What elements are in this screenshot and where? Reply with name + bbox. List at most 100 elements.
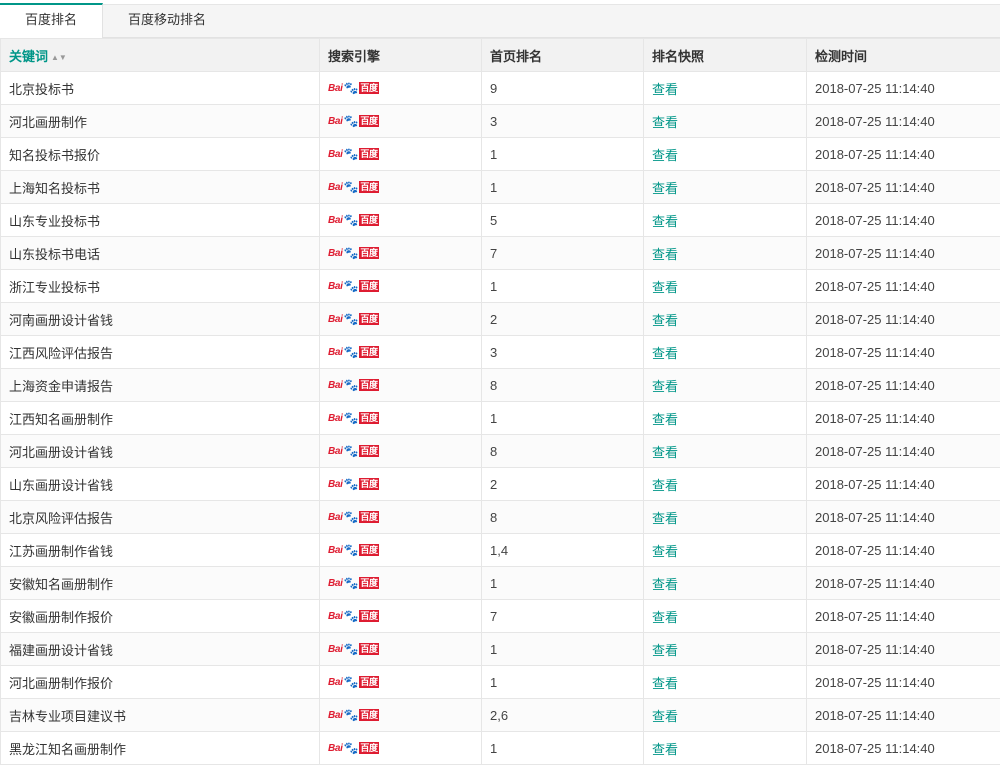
- engine-cell: Bai🐾百度: [320, 204, 482, 237]
- view-snapshot-link[interactable]: 查看: [652, 478, 678, 493]
- snapshot-cell: 查看: [644, 666, 807, 699]
- keyword-cell: 安徽知名画册制作: [1, 567, 320, 600]
- time-cell: 2018-07-25 11:14:40: [807, 204, 1000, 237]
- time-cell: 2018-07-25 11:14:40: [807, 666, 1000, 699]
- engine-cell: Bai🐾百度: [320, 171, 482, 204]
- rank-cell: 8: [482, 501, 644, 534]
- time-cell: 2018-07-25 11:14:40: [807, 270, 1000, 303]
- time-cell: 2018-07-25 11:14:40: [807, 633, 1000, 666]
- view-snapshot-link[interactable]: 查看: [652, 544, 678, 559]
- view-snapshot-link[interactable]: 查看: [652, 742, 678, 757]
- tab-bar: 百度排名 百度移动排名: [0, 4, 1000, 38]
- view-snapshot-link[interactable]: 查看: [652, 643, 678, 658]
- tab-baidu-rank[interactable]: 百度排名: [0, 3, 103, 38]
- view-snapshot-link[interactable]: 查看: [652, 313, 678, 328]
- engine-cell: Bai🐾百度: [320, 435, 482, 468]
- header-engine: 搜索引擎: [320, 39, 482, 72]
- table-row: 山东画册设计省钱Bai🐾百度2查看2018-07-25 11:14:40: [1, 468, 1000, 501]
- baidu-logo-icon: Bai🐾百度: [328, 278, 379, 294]
- rank-cell: 5: [482, 204, 644, 237]
- baidu-logo-icon: Bai🐾百度: [328, 740, 379, 756]
- snapshot-cell: 查看: [644, 435, 807, 468]
- table-row: 知名投标书报价Bai🐾百度1查看2018-07-25 11:14:40: [1, 138, 1000, 171]
- table-row: 安徽知名画册制作 Bai🐾百度 1 查看 2018-07-25 11:14:40: [1, 567, 1000, 600]
- engine-cell: Bai🐾百度: [320, 666, 482, 699]
- table-row: 江苏画册制作省钱Bai🐾百度1,4查看2018-07-25 11:14:40: [1, 534, 1000, 567]
- baidu-logo-icon: Bai🐾百度: [328, 575, 379, 591]
- table-row: 安徽画册制作报价Bai🐾百度7查看2018-07-25 11:14:40: [1, 600, 1000, 633]
- baidu-logo-icon: Bai🐾百度: [328, 707, 379, 723]
- time-cell: 2018-07-25 11:14:40: [807, 567, 1000, 600]
- baidu-logo-icon: Bai🐾百度: [328, 245, 379, 261]
- view-snapshot-link[interactable]: 查看: [652, 577, 678, 592]
- keyword-cell: 河北画册制作报价: [1, 666, 320, 699]
- table-row: 北京投标书Bai🐾百度9查看2018-07-25 11:14:40: [1, 72, 1000, 105]
- rank-cell: 7: [482, 600, 644, 633]
- table-row: 江西风险评估报告Bai🐾百度3查看2018-07-25 11:14:40: [1, 336, 1000, 369]
- snapshot-cell: 查看: [644, 402, 807, 435]
- baidu-logo-icon: Bai🐾百度: [328, 377, 379, 393]
- time-cell: 2018-07-25 11:14:40: [807, 72, 1000, 105]
- rank-cell: 3: [482, 105, 644, 138]
- table-row: 河北画册制作Bai🐾百度3查看2018-07-25 11:14:40: [1, 105, 1000, 138]
- time-cell: 2018-07-25 11:14:40: [807, 303, 1000, 336]
- view-snapshot-link[interactable]: 查看: [652, 346, 678, 361]
- view-snapshot-link[interactable]: 查看: [652, 214, 678, 229]
- view-snapshot-link[interactable]: 查看: [652, 709, 678, 724]
- baidu-logo-icon: Bai🐾百度: [328, 146, 379, 162]
- engine-cell: Bai🐾百度: [320, 633, 482, 666]
- view-snapshot-link[interactable]: 查看: [652, 247, 678, 262]
- rank-cell: 8: [482, 435, 644, 468]
- keyword-cell: 江苏画册制作省钱: [1, 534, 320, 567]
- baidu-logo-icon: Bai🐾百度: [328, 443, 379, 459]
- view-snapshot-link[interactable]: 查看: [652, 82, 678, 97]
- snapshot-cell: 查看: [644, 204, 807, 237]
- engine-cell: Bai🐾百度: [320, 72, 482, 105]
- table-row: 山东专业投标书Bai🐾百度5查看2018-07-25 11:14:40: [1, 204, 1000, 237]
- view-snapshot-link[interactable]: 查看: [652, 181, 678, 196]
- header-time: 检测时间: [807, 39, 1000, 72]
- view-snapshot-link[interactable]: 查看: [652, 148, 678, 163]
- header-keyword-label: 关键词: [9, 49, 48, 64]
- keyword-cell: 福建画册设计省钱: [1, 633, 320, 666]
- keyword-cell: 上海知名投标书: [1, 171, 320, 204]
- ranking-table: 关键词▲▼ 搜索引擎 首页排名 排名快照 检测时间 北京投标书Bai🐾百度9查看…: [0, 38, 1000, 765]
- baidu-logo-icon: Bai🐾百度: [328, 113, 379, 129]
- rank-cell: 1,4: [482, 534, 644, 567]
- engine-cell: Bai🐾百度: [320, 138, 482, 171]
- keyword-cell: 浙江专业投标书: [1, 270, 320, 303]
- rank-cell: 8: [482, 369, 644, 402]
- tab-baidu-mobile-rank[interactable]: 百度移动排名: [103, 3, 231, 37]
- rank-cell: 2: [482, 468, 644, 501]
- keyword-cell: 知名投标书报价: [1, 138, 320, 171]
- view-snapshot-link[interactable]: 查看: [652, 445, 678, 460]
- header-keyword[interactable]: 关键词▲▼: [1, 39, 320, 72]
- snapshot-cell: 查看: [644, 633, 807, 666]
- engine-cell: Bai🐾百度: [320, 468, 482, 501]
- engine-cell: Bai🐾百度: [320, 567, 482, 600]
- baidu-logo-icon: Bai🐾百度: [328, 311, 379, 327]
- time-cell: 2018-07-25 11:14:40: [807, 171, 1000, 204]
- keyword-cell: 江西知名画册制作: [1, 402, 320, 435]
- snapshot-cell: 查看: [644, 501, 807, 534]
- table-header-row: 关键词▲▼ 搜索引擎 首页排名 排名快照 检测时间: [1, 39, 1000, 72]
- sort-icon[interactable]: ▲▼: [51, 53, 67, 62]
- baidu-logo-icon: Bai🐾百度: [328, 608, 379, 624]
- view-snapshot-link[interactable]: 查看: [652, 412, 678, 427]
- view-snapshot-link[interactable]: 查看: [652, 280, 678, 295]
- view-snapshot-link[interactable]: 查看: [652, 379, 678, 394]
- header-rank: 首页排名: [482, 39, 644, 72]
- keyword-cell: 山东投标书电话: [1, 237, 320, 270]
- snapshot-cell: 查看: [644, 72, 807, 105]
- baidu-logo-icon: Bai🐾百度: [328, 476, 379, 492]
- view-snapshot-link[interactable]: 查看: [652, 676, 678, 691]
- time-cell: 2018-07-25 11:14:40: [807, 138, 1000, 171]
- view-snapshot-link[interactable]: 查看: [652, 511, 678, 526]
- time-cell: 2018-07-25 11:14:40: [807, 336, 1000, 369]
- view-snapshot-link[interactable]: 查看: [652, 610, 678, 625]
- view-snapshot-link[interactable]: 查看: [652, 115, 678, 130]
- rank-cell: 1: [482, 567, 644, 600]
- baidu-logo-icon: Bai🐾百度: [328, 410, 379, 426]
- rank-cell: 9: [482, 72, 644, 105]
- keyword-cell: 河南画册设计省钱: [1, 303, 320, 336]
